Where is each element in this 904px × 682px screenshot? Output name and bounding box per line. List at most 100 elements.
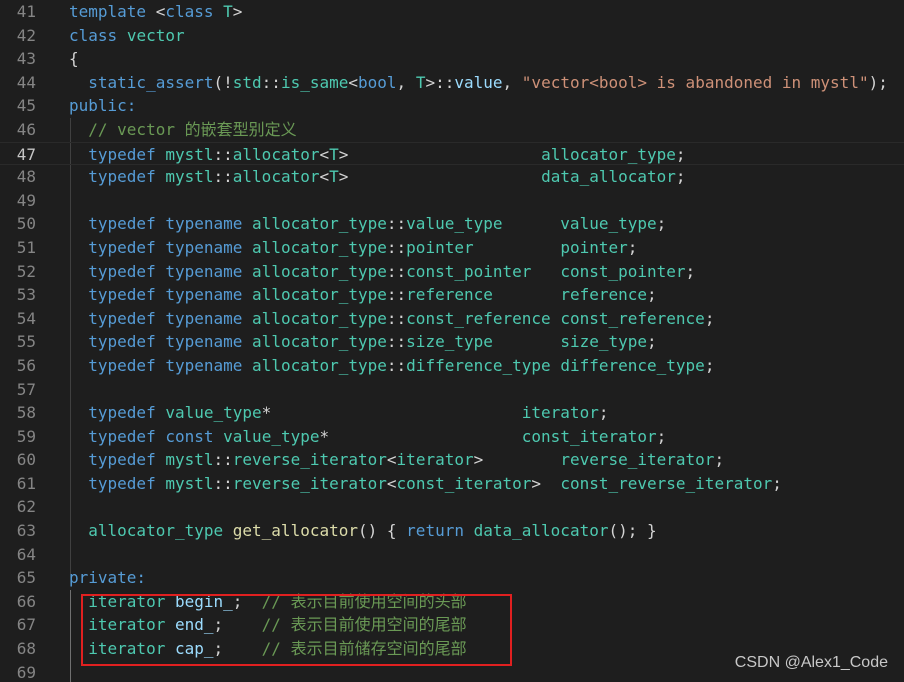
code-line[interactable]: 54 typedef typename allocator_type::cons… [0, 307, 904, 331]
code-line[interactable]: 65 private: [0, 566, 904, 590]
code-text[interactable]: iterator begin_; // 表示目前使用空间的头部 [69, 590, 466, 614]
code-line[interactable]: 62 [0, 495, 904, 519]
code-text[interactable]: iterator end_; // 表示目前使用空间的尾部 [69, 613, 467, 637]
code-text[interactable]: iterator cap_; // 表示目前储存空间的尾部 [69, 637, 466, 661]
line-number: 60 [16, 450, 36, 470]
code-line[interactable]: 56 typedef typename allocator_type::diff… [0, 354, 904, 378]
code-token: typedef [88, 355, 156, 375]
code-token: allocator_type [252, 261, 387, 281]
code-line[interactable]: 41 template <class T> [0, 0, 904, 24]
line-number: 67 [16, 615, 36, 635]
code-line[interactable]: 52 typedef typename allocator_type::cons… [0, 260, 904, 284]
code-text[interactable]: typedef mystl::reverse_iterator<const_it… [69, 472, 782, 496]
code-line[interactable]: 60 typedef mystl::reverse_iterator<itera… [0, 448, 904, 472]
code-text[interactable]: typedef typename allocator_type::const_r… [69, 307, 714, 331]
code-token: typedef [88, 285, 156, 305]
line-number: 41 [16, 2, 36, 21]
code-token: size_type [406, 332, 493, 352]
code-text[interactable]: typedef typename allocator_type::const_p… [69, 260, 695, 284]
code-text[interactable]: typedef value_type* iterator; [69, 401, 608, 425]
code-token: T [329, 167, 339, 187]
code-text[interactable]: typedef mystl::allocator<T> allocator_ty… [69, 143, 686, 167]
code-token: :: [386, 261, 407, 281]
code-token: allocator_type [252, 355, 387, 375]
line-number: 56 [16, 355, 36, 375]
code-token: allocator_type [252, 285, 387, 305]
code-token: reverse_iterator [560, 450, 715, 470]
code-line[interactable]: 45 public: [0, 94, 904, 118]
code-token: ); [868, 72, 888, 92]
code-text[interactable]: template <class T> [69, 0, 242, 24]
code-line[interactable]: 50 typedef typename allocator_type::valu… [0, 212, 904, 236]
code-line[interactable]: 64 [0, 543, 904, 567]
code-text[interactable]: typedef typename allocator_type::value_t… [69, 212, 666, 236]
code-line[interactable]: 57 [0, 378, 904, 402]
code-token: < [319, 144, 330, 164]
code-token: typedef [88, 450, 156, 470]
code-line[interactable]: 53 typedef typename allocator_type::refe… [0, 283, 904, 307]
code-line[interactable]: 63 allocator_type get_allocator() { retu… [0, 519, 904, 543]
code-token: > [473, 450, 561, 470]
line-number: 49 [16, 190, 36, 210]
code-line[interactable]: 47 typedef mystl::allocator<T> allocator… [0, 141, 904, 167]
code-line[interactable]: 51 typedef typename allocator_type::poin… [0, 236, 904, 260]
code-token: const [165, 426, 214, 446]
code-token: :: [213, 450, 233, 470]
code-line[interactable]: 48 typedef mystl::allocator<T> data_allo… [0, 165, 904, 189]
code-text[interactable]: // vector 的嵌套型别定义 [69, 118, 296, 142]
code-token: iterator [521, 403, 599, 423]
code-line[interactable]: 49 [0, 189, 904, 213]
code-line[interactable]: 66 iterator begin_; // 表示目前使用空间的头部 [0, 590, 904, 614]
code-text[interactable]: typedef typename allocator_type::size_ty… [69, 330, 656, 354]
code-text[interactable]: typedef typename allocator_type::referen… [69, 283, 656, 307]
code-text[interactable]: typedef typename allocator_type::differe… [69, 354, 714, 378]
code-token: private: [69, 568, 147, 588]
code-line[interactable]: 44 static_assert(!std::is_same<bool, T>:… [0, 71, 904, 95]
code-text[interactable]: typedef mystl::reverse_iterator<iterator… [69, 448, 724, 472]
code-token: * [261, 403, 522, 423]
code-token: > [338, 144, 542, 164]
code-token: // 表示目前使用空间的尾部 [261, 615, 467, 635]
code-token: class [165, 2, 214, 21]
code-token: T [415, 72, 426, 92]
code-token: typename [165, 214, 243, 234]
line-number: 58 [16, 403, 36, 423]
code-line[interactable]: 43 { [0, 47, 904, 71]
code-text[interactable]: { [69, 47, 79, 71]
code-token: typedef [88, 308, 156, 328]
code-line[interactable]: 58 typedef value_type* iterator; [0, 401, 904, 425]
code-lines[interactable]: 41 template <class T> 42 class vector 43{44 … [0, 0, 904, 682]
code-text[interactable]: class vector [69, 24, 185, 48]
line-number: 63 [16, 521, 36, 541]
code-token: typedef [88, 426, 156, 446]
code-line[interactable]: 42 class vector [0, 24, 904, 48]
code-editor[interactable]: 41 template <class T> 42 class vector 43{44 … [0, 0, 904, 682]
code-token: :: [213, 167, 233, 187]
code-token: value_type [165, 403, 262, 423]
code-text[interactable]: allocator_type get_allocator() { return … [69, 519, 656, 543]
code-line[interactable]: 55 typedef typename allocator_type::size… [0, 330, 904, 354]
code-token: const_reverse_iterator [560, 473, 773, 493]
code-text[interactable]: typedef mystl::allocator<T> data_allocat… [69, 165, 685, 189]
code-text[interactable]: public: [69, 94, 136, 118]
code-text[interactable]: static_assert(!std::is_same<bool, T>::va… [69, 71, 888, 95]
code-line[interactable]: 46 // vector 的嵌套型别定义 [0, 118, 904, 142]
code-token: ; [675, 144, 686, 164]
code-text[interactable]: typedef typename allocator_type::pointer… [69, 236, 637, 260]
code-line[interactable]: 59 typedef const value_type* const_itera… [0, 425, 904, 449]
code-text[interactable]: private: [69, 566, 146, 590]
code-token: static_assert [88, 72, 214, 92]
code-line[interactable]: 61 typedef mystl::reverse_iterator<const… [0, 472, 904, 496]
code-line[interactable]: 67 iterator end_; // 表示目前使用空间的尾部 [0, 613, 904, 637]
code-text[interactable]: typedef const value_type* const_iterator… [69, 425, 666, 449]
line-number: 53 [16, 285, 36, 305]
